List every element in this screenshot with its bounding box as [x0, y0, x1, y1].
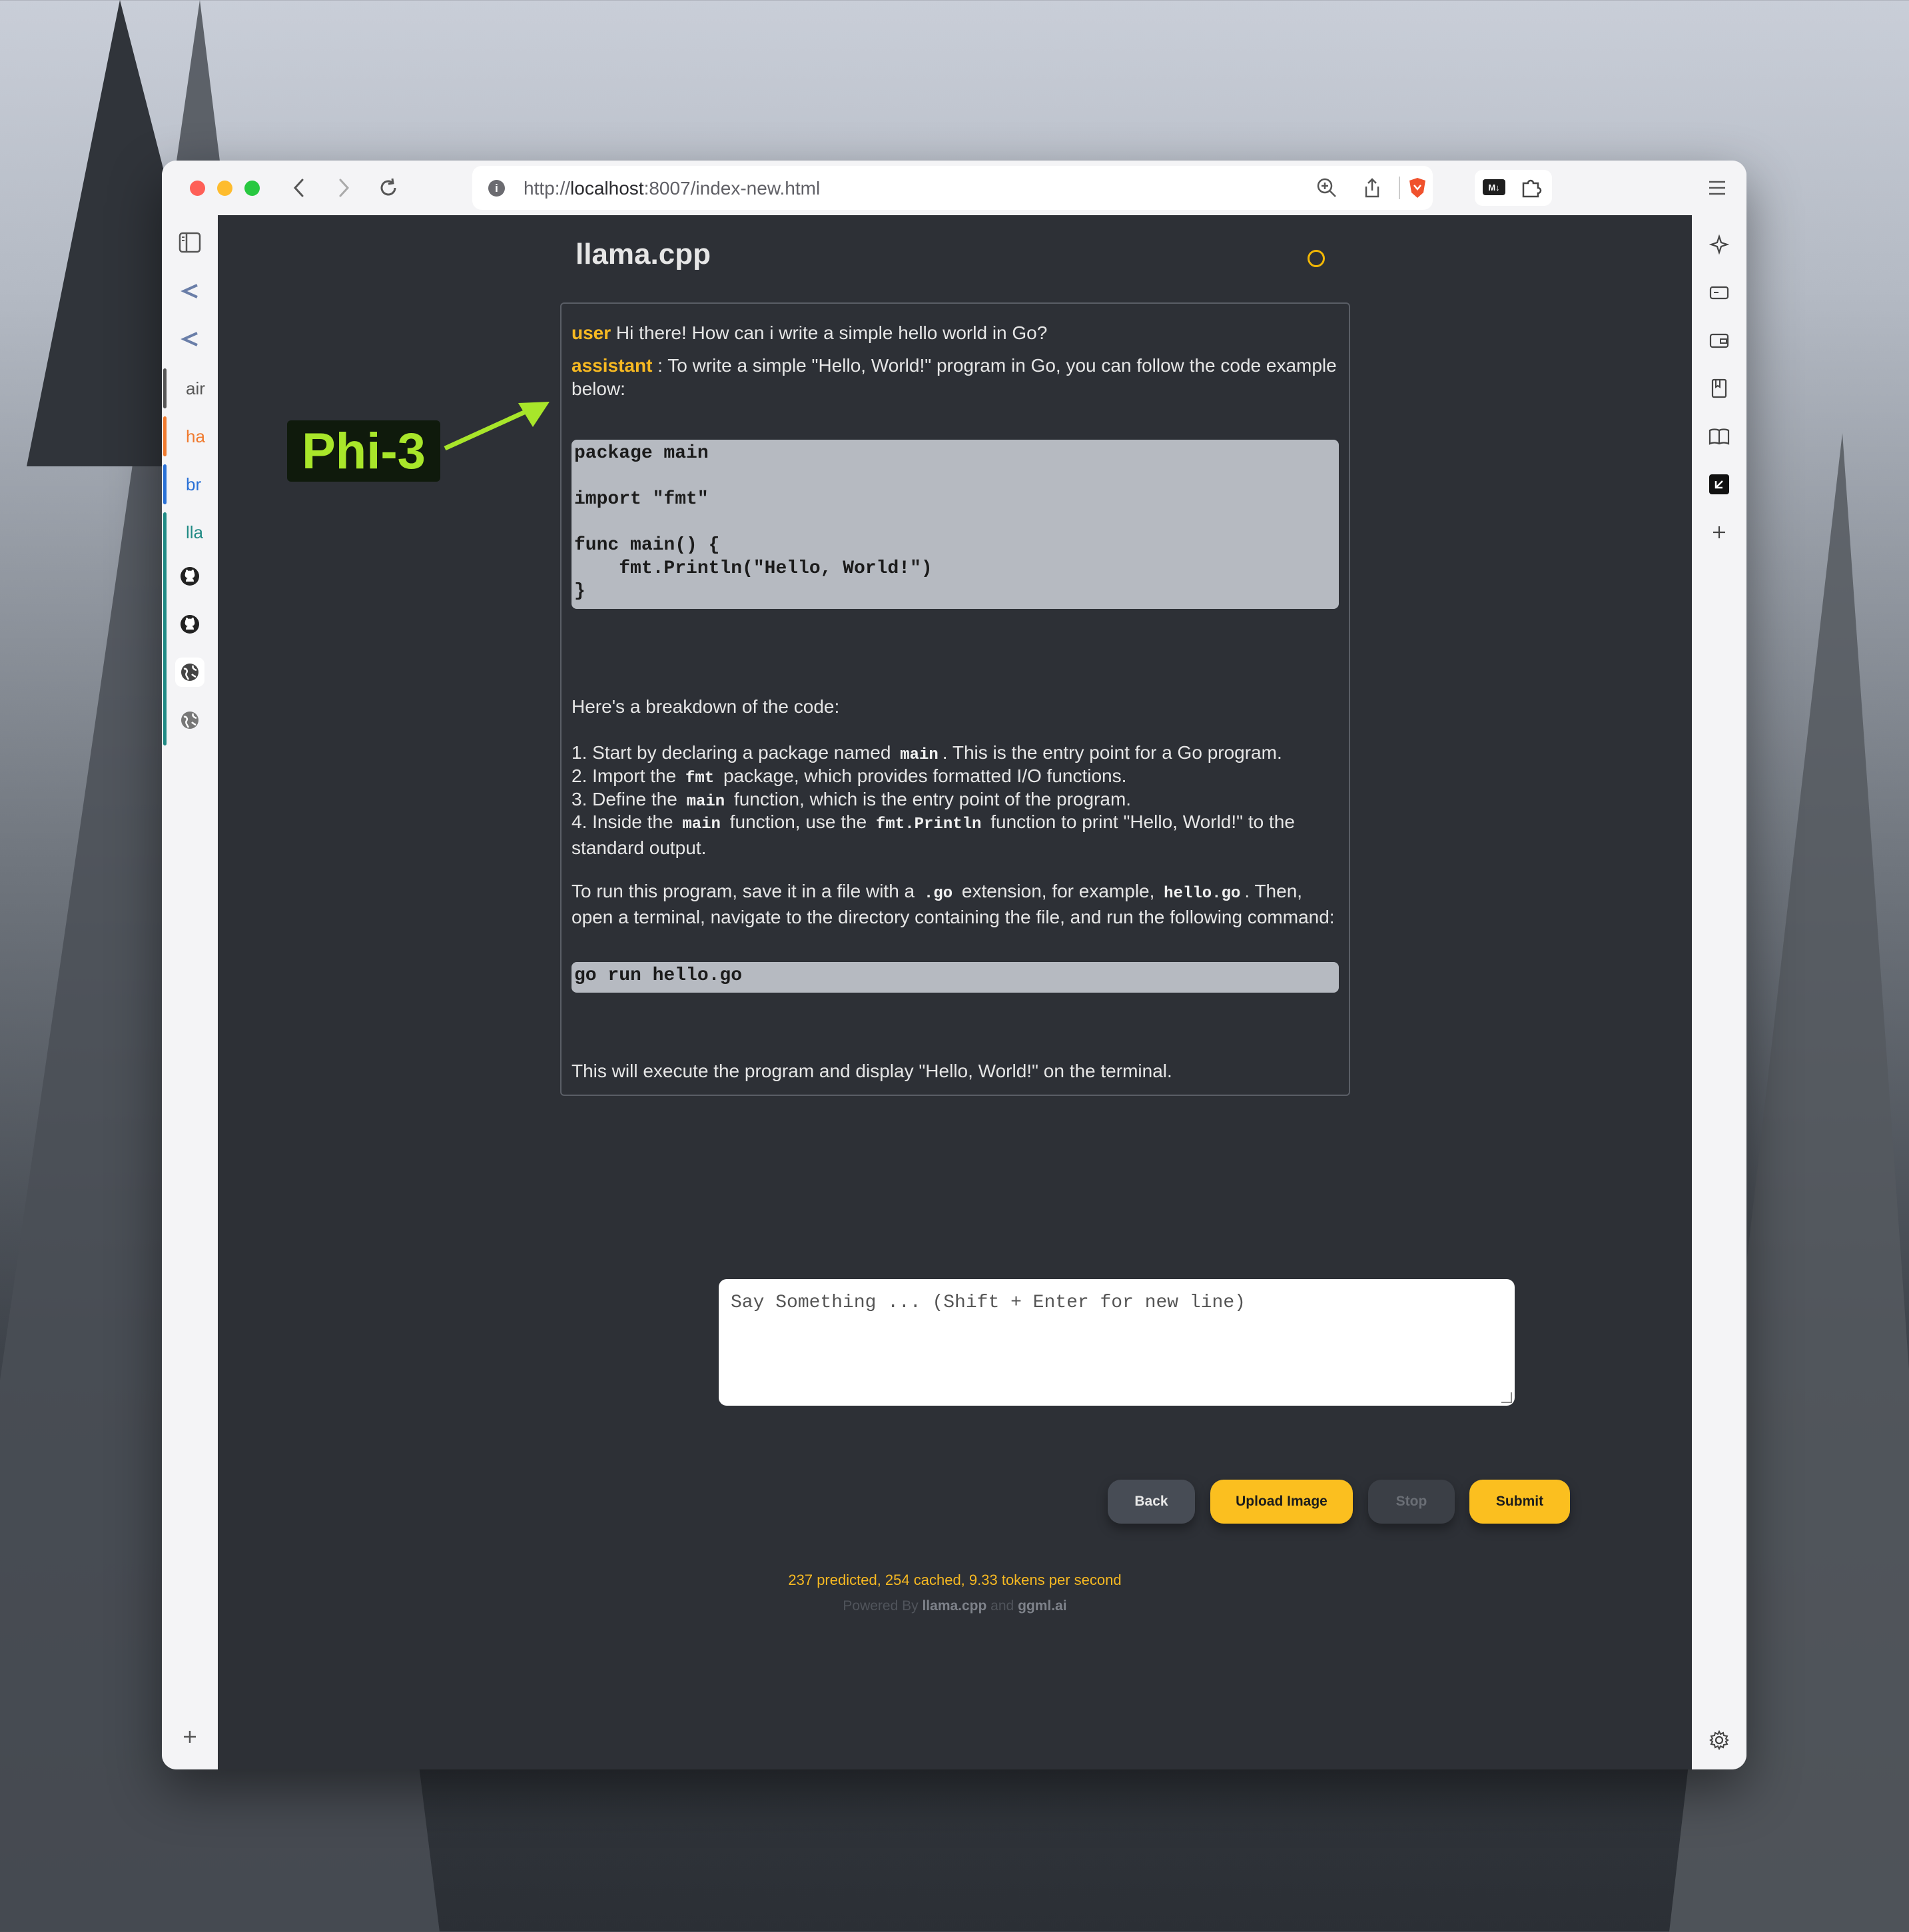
close-window-button[interactable]: [190, 181, 205, 196]
extensions-group: M↓: [1475, 170, 1552, 206]
submit-button[interactable]: Submit: [1469, 1480, 1570, 1524]
tab-label: ha: [186, 426, 205, 446]
tab-label: lla: [186, 522, 204, 542]
markdown-extension-icon[interactable]: M↓: [1483, 179, 1505, 195]
pinned-site-icon[interactable]: [175, 276, 204, 306]
llama-cpp-link[interactable]: llama.cpp: [922, 1598, 986, 1614]
url-text[interactable]: http://localhost:8007/index-new.html: [524, 178, 820, 199]
site-info-icon[interactable]: i: [488, 180, 505, 197]
leo-ai-icon[interactable]: [1705, 231, 1733, 258]
sidebar-toggle-icon[interactable]: [175, 228, 204, 257]
address-bar[interactable]: i http://localhost:8007/index-new.html: [472, 166, 1433, 210]
maximize-window-button[interactable]: [244, 181, 260, 196]
zoom-icon[interactable]: [1314, 175, 1339, 201]
github-icon[interactable]: [175, 610, 204, 639]
menu-icon[interactable]: [1705, 175, 1730, 201]
settings-gear-icon[interactable]: [1705, 1726, 1733, 1754]
code-block: package main import "fmt" func main() { …: [572, 440, 1339, 609]
resize-handle-icon[interactable]: [1501, 1392, 1512, 1403]
brave-shield-icon[interactable]: [1405, 175, 1430, 201]
page-title: llama.cpp: [575, 238, 711, 270]
ggml-link[interactable]: ggml.ai: [1018, 1598, 1067, 1614]
right-sidebar: [1692, 215, 1746, 1769]
tab-indicator: [163, 368, 167, 408]
add-panel-plus-icon[interactable]: [1705, 518, 1733, 546]
wallet-icon[interactable]: [1705, 326, 1733, 354]
app-shortcut-icon[interactable]: [1705, 470, 1733, 498]
reload-icon[interactable]: [376, 175, 401, 201]
model-annotation-label: Phi-3: [287, 420, 440, 482]
bookmarks-icon[interactable]: [1705, 374, 1733, 402]
url-divider: [1399, 177, 1400, 199]
powered-by-footer: Powered By llama.cpp and ggml.ai: [843, 1598, 1067, 1614]
globe-icon[interactable]: [175, 706, 204, 735]
step-4: 4. Inside the main function, use the fmt…: [572, 811, 1295, 858]
breakdown-intro: Here's a breakdown of the code:: [572, 696, 840, 717]
stop-button[interactable]: Stop: [1368, 1480, 1455, 1524]
share-icon[interactable]: [1359, 175, 1385, 201]
minimize-window-button[interactable]: [217, 181, 232, 196]
chat-log: user Hi there! How can i write a simple …: [560, 302, 1350, 1096]
step-2: 2. Import the fmt package, which provide…: [572, 765, 1127, 787]
browser-toolbar: i http://localhost:8007/index-new.html M…: [162, 161, 1746, 215]
step-1: 1. Start by declaring a package named ma…: [572, 742, 1282, 764]
annotation-arrow-icon: [444, 402, 550, 451]
back-button[interactable]: Back: [1108, 1480, 1195, 1524]
sidebar-tab-1[interactable]: ha: [162, 416, 218, 456]
forward-nav-icon[interactable]: [331, 175, 356, 201]
globe-icon[interactable]: [175, 658, 204, 687]
pinned-site-icon[interactable]: [175, 324, 204, 354]
tab-label: air: [186, 378, 205, 398]
tab-label: br: [186, 474, 202, 494]
reading-list-icon[interactable]: [1705, 422, 1733, 450]
tab-group-indicator: [163, 512, 167, 745]
tab-indicator: [163, 464, 167, 504]
sidebar-tab-3[interactable]: lla: [162, 512, 218, 745]
user-message: user Hi there! How can i write a simple …: [572, 322, 1048, 343]
left-sidebar: air ha br lla: [162, 215, 218, 1769]
message-input[interactable]: [719, 1279, 1515, 1406]
tab-indicator: [163, 416, 167, 456]
browser-window: i http://localhost:8007/index-new.html M…: [162, 161, 1746, 1769]
upload-image-button[interactable]: Upload Image: [1210, 1480, 1353, 1524]
sidebar-tab-2[interactable]: br: [162, 464, 218, 504]
closing-text: This will execute the program and displa…: [572, 1061, 1172, 1081]
github-icon[interactable]: [175, 562, 204, 591]
extensions-puzzle-icon[interactable]: [1520, 177, 1543, 203]
command-code-block: go run hello.go: [572, 962, 1339, 993]
new-tab-plus-icon[interactable]: [175, 1722, 204, 1751]
status-indicator-icon: [1308, 250, 1325, 267]
sidebar-tab-0[interactable]: air: [162, 368, 218, 408]
message-textarea[interactable]: [719, 1279, 1515, 1406]
back-nav-icon[interactable]: [286, 175, 312, 201]
generation-stats: 237 predicted, 254 cached, 9.33 tokens p…: [788, 1572, 1122, 1588]
run-instructions: To run this program, save it in a file w…: [572, 881, 1335, 927]
assistant-message: assistant : To write a simple "Hello, Wo…: [572, 355, 1337, 399]
media-icon[interactable]: [1705, 278, 1733, 306]
